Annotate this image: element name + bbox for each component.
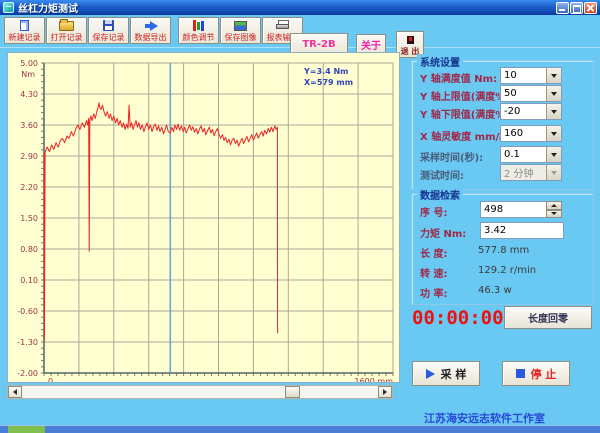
serial-spinner[interactable]: [546, 201, 562, 218]
sample-interval-label: 采样时间(秒):: [420, 149, 483, 164]
chevron-down-icon[interactable]: [546, 86, 561, 101]
torque-chart: 5.00 4.30 3.60 2.90 2.20 1.50 0.80 0.10 -0.60 -1.…: [8, 53, 399, 382]
torque-chart-panel[interactable]: 5.00 4.30 3.60 2.90 2.20 1.50 0.80 0.10 -0.60 -1.…: [7, 52, 400, 383]
speed-label: 转 速:: [420, 265, 447, 280]
length-reset-button[interactable]: 长度回零: [504, 306, 592, 329]
y-fullscale-label: Y 轴满度值 Nm:: [420, 70, 497, 85]
app-icon: ~: [3, 2, 14, 13]
power-value: 46.3 w: [478, 285, 512, 296]
test-duration-label: 测试时间:: [420, 167, 464, 182]
length-value: 577.8 mm: [478, 245, 529, 256]
open-folder-icon: [59, 20, 74, 32]
toolbar: 新建记录 打开记录 保存记录 数据导出 颜色调节 保存图像 报表输出 TR-2B: [0, 15, 600, 48]
data-export-button[interactable]: 数据导出: [130, 17, 171, 44]
svg-text:2.90: 2.90: [20, 152, 38, 161]
sample-button[interactable]: 采 样: [412, 361, 480, 386]
svg-text:0.80: 0.80: [20, 245, 38, 254]
svg-text:0.10: 0.10: [20, 276, 38, 285]
studio-credit: 江苏海安远志软件工作室: [424, 410, 545, 426]
svg-text:4.30: 4.30: [20, 90, 38, 99]
exit-power-icon: [407, 34, 414, 46]
maximize-button[interactable]: [570, 2, 583, 14]
length-label: 长 度:: [420, 245, 447, 260]
chevron-down-icon[interactable]: [546, 68, 561, 83]
spinner-down-icon[interactable]: [546, 210, 562, 219]
data-search-title: 数据检索: [417, 187, 463, 202]
new-record-icon: [20, 20, 29, 32]
taskbar-start-edge: [8, 426, 45, 433]
x-sensitivity-combo[interactable]: 160: [500, 125, 562, 142]
svg-text:Y=3.4 Nm: Y=3.4 Nm: [303, 67, 348, 76]
printer-icon: [276, 20, 289, 32]
chevron-down-icon[interactable]: [546, 147, 561, 162]
app-window: ~ 丝杠力矩测试 新建记录 打开记录 保存记录 数据导出 颜色调节: [0, 0, 600, 433]
test-duration-combo: 2 分钟: [500, 164, 562, 181]
speed-value: 129.2 r/min: [478, 265, 536, 276]
chevron-down-icon[interactable]: [546, 126, 561, 141]
y-upper-limit-combo[interactable]: 50: [500, 85, 562, 102]
serial-label: 序 号:: [420, 204, 447, 219]
taskbar-edge: [0, 425, 600, 433]
svg-text:2.20: 2.20: [20, 183, 38, 192]
color-adjust-icon: [193, 20, 204, 32]
window-title: 丝杠力矩测试: [18, 0, 78, 15]
svg-text:X=579 mm: X=579 mm: [304, 78, 353, 87]
play-icon: [426, 369, 435, 379]
stop-button[interactable]: 停 止: [502, 361, 570, 386]
svg-text:-2.00: -2.00: [17, 369, 38, 378]
scroll-right-arrow-icon[interactable]: [378, 386, 392, 398]
close-button[interactable]: [584, 2, 597, 14]
settings-title: 系统设置: [417, 54, 463, 69]
svg-text:Nm: Nm: [21, 70, 35, 79]
export-arrow-icon: [144, 20, 158, 32]
svg-text:1.50: 1.50: [20, 214, 38, 223]
torque-input[interactable]: [480, 222, 564, 239]
spinner-up-icon[interactable]: [546, 201, 562, 210]
save-image-button[interactable]: 保存图像: [220, 17, 261, 44]
svg-text:5.00: 5.00: [20, 59, 38, 68]
svg-text:-1.30: -1.30: [17, 338, 38, 347]
save-image-icon: [234, 20, 247, 32]
chevron-down-icon[interactable]: [546, 104, 561, 119]
chart-hscrollbar[interactable]: [7, 385, 393, 399]
svg-text:0: 0: [48, 377, 53, 382]
y-lower-limit-combo[interactable]: -20: [500, 103, 562, 120]
svg-text:3.60: 3.60: [20, 121, 38, 130]
elapsed-timer: 00:00:00: [412, 307, 504, 329]
y-fullscale-combo[interactable]: 10: [500, 67, 562, 84]
save-disk-icon: [103, 20, 114, 32]
sample-interval-combo[interactable]: 0.1: [500, 146, 562, 163]
title-bar: ~ 丝杠力矩测试: [0, 0, 600, 15]
new-record-button[interactable]: 新建记录: [4, 17, 45, 44]
scroll-left-arrow-icon[interactable]: [8, 386, 22, 398]
power-label: 功 率:: [420, 285, 447, 300]
chevron-down-icon: [546, 165, 561, 180]
open-record-button[interactable]: 打开记录: [46, 17, 87, 44]
color-adjust-button[interactable]: 颜色调节: [178, 17, 219, 44]
save-record-button[interactable]: 保存记录: [88, 17, 129, 44]
torque-label: 力矩 Nm:: [420, 225, 466, 240]
svg-text:1600 mm: 1600 mm: [355, 377, 394, 382]
scrollbar-thumb[interactable]: [285, 386, 300, 398]
minimize-button[interactable]: [556, 2, 569, 14]
svg-text:-0.60: -0.60: [17, 307, 38, 316]
stop-square-icon: [516, 369, 525, 378]
